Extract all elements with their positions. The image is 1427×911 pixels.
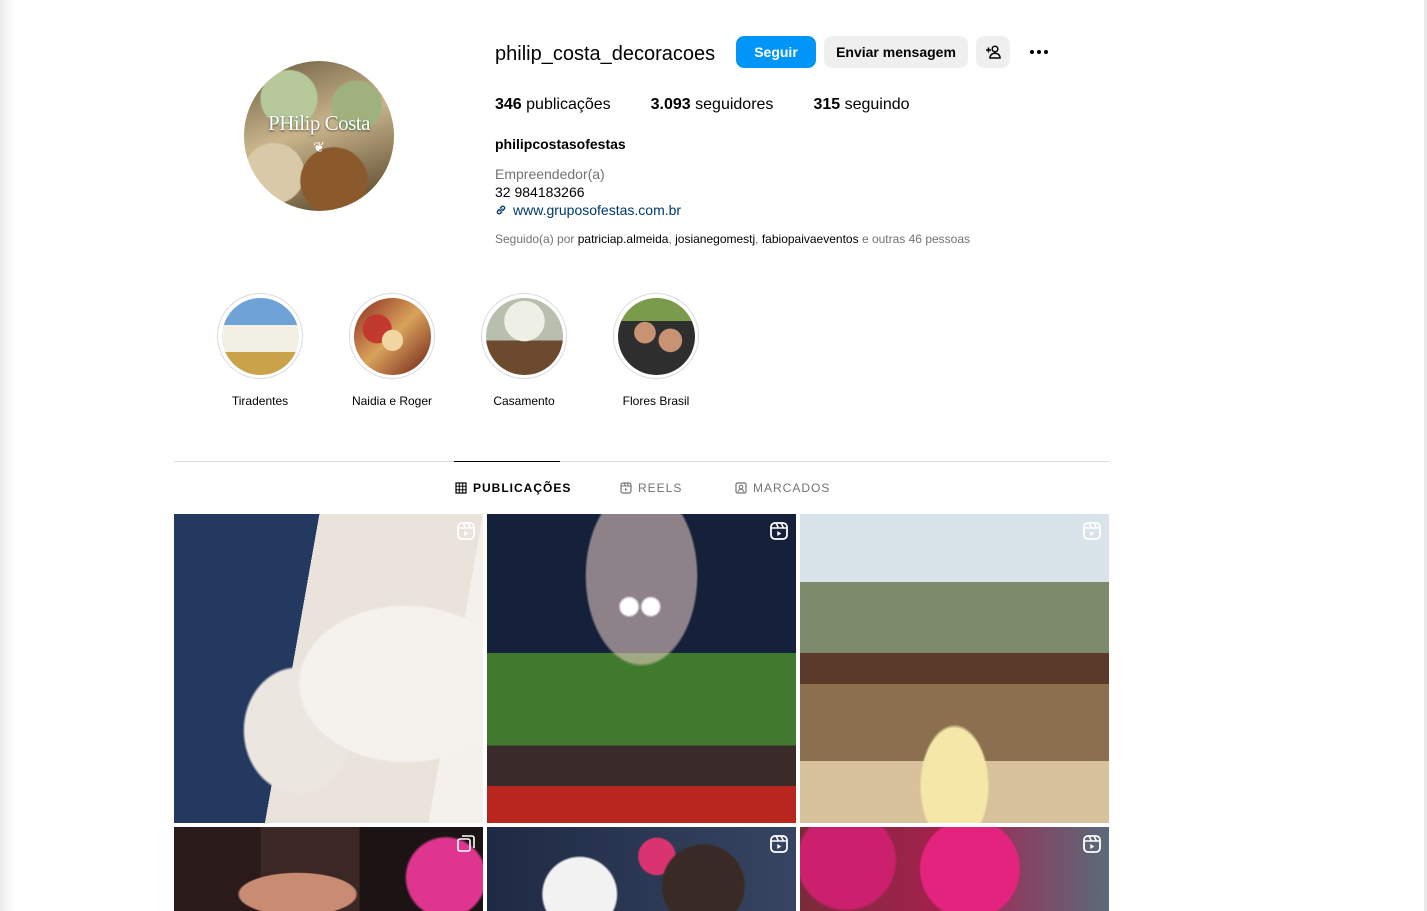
posts-count: 346 (495, 96, 522, 113)
profile-stats: 346 publicações 3.093 seguidores 315 seg… (495, 96, 910, 114)
post-terrace-view[interactable] (800, 514, 1109, 823)
tagged-icon (735, 482, 747, 494)
highlight-cover (221, 297, 299, 375)
highlight-cover (485, 297, 563, 375)
post-pink-flowers[interactable] (800, 827, 1109, 911)
page-edge (0, 0, 14, 911)
post-debutante-portrait[interactable] (174, 827, 483, 911)
profile-phone: 32 984183266 (495, 184, 585, 200)
profile-username: philip_costa_decoracoes (495, 43, 716, 65)
highlight-ring (481, 293, 567, 379)
profile-avatar[interactable]: PHilip Costa ❦ (244, 61, 394, 211)
highlight-label: Casamento (493, 394, 555, 408)
send-message-button[interactable]: Enviar mensagem (824, 36, 968, 68)
tab-posts[interactable]: PUBLICAÇÕES (455, 481, 571, 495)
reel-badge-icon (457, 522, 475, 540)
follow-button[interactable]: Seguir (736, 36, 816, 68)
website-text: www.gruposofestas.com.br (513, 202, 682, 218)
posts-stat: 346 publicações (495, 96, 611, 114)
followed-by-user[interactable]: fabiopaivaeventos (762, 232, 859, 246)
more-icon-dot (1037, 50, 1041, 54)
reel-badge-icon (1083, 835, 1101, 853)
following-stat[interactable]: 315 seguindo (813, 96, 909, 114)
followed-by-prefix: Seguido(a) por (495, 232, 575, 246)
followers-label: seguidores (695, 96, 774, 113)
tab-tagged[interactable]: MARCADOS (735, 481, 830, 495)
tab-tagged-label: MARCADOS (753, 481, 831, 495)
highlight-flores-brasil[interactable]: Flores Brasil (601, 293, 711, 408)
followers-stat[interactable]: 3.093 seguidores (651, 96, 774, 114)
followed-by-suffix: e outras 46 pessoas (861, 232, 971, 246)
reels-icon (620, 482, 632, 494)
reel-badge-icon (1083, 522, 1101, 540)
highlight-cover (353, 297, 431, 375)
add-user-icon (986, 45, 1001, 59)
following-label: seguindo (844, 96, 910, 113)
highlight-ring (349, 293, 435, 379)
followed-by-user[interactable]: patriciap.almeida (578, 232, 669, 246)
posts-label: publicações (526, 96, 611, 113)
grid-icon (455, 482, 467, 494)
reel-badge-icon (770, 835, 788, 853)
highlight-label: Tiradentes (231, 394, 289, 408)
highlight-tiradentes[interactable]: Tiradentes (205, 293, 315, 408)
highlight-casamento[interactable]: Casamento (469, 293, 579, 408)
carousel-badge-icon (457, 835, 475, 852)
highlight-label: Naidia e Roger (351, 394, 433, 408)
followed-by-user[interactable]: josianegomestj (675, 232, 755, 246)
highlight-label: Flores Brasil (622, 394, 690, 408)
reel-badge-icon (770, 522, 788, 540)
more-icon-dot (1030, 50, 1034, 54)
post-fireworks-santa[interactable] (487, 514, 796, 823)
following-count: 315 (813, 96, 841, 113)
highlight-naidia-roger[interactable]: Naidia e Roger (337, 293, 447, 408)
tab-reels-label: REELS (638, 481, 683, 495)
profile-category: Empreendedor(a) (495, 166, 605, 182)
followers-count: 3.093 (650, 96, 691, 113)
avatar-logo-text: PHilip Costa (268, 111, 370, 135)
profile-full-name: philipcostasofestas (495, 136, 626, 152)
highlight-ring (613, 293, 699, 379)
post-fifteen-party[interactable] (487, 827, 796, 911)
profile-website-link[interactable]: www.gruposofestas.com.br (495, 202, 681, 218)
link-icon (496, 205, 506, 215)
highlight-cover (617, 297, 695, 375)
suggested-users-button[interactable] (976, 36, 1010, 68)
more-options-button[interactable] (1024, 40, 1054, 64)
post-wedding-kiss[interactable] (174, 514, 483, 823)
followed-by-text[interactable]: Seguido(a) por patriciap.almeida, josian… (495, 232, 970, 246)
active-tab-indicator (454, 461, 560, 462)
more-icon-dot (1044, 50, 1048, 54)
tab-posts-label: PUBLICAÇÕES (473, 481, 572, 495)
tabs-divider (174, 461, 1109, 462)
tab-reels[interactable]: REELS (620, 481, 682, 495)
avatar-flourish-icon: ❦ (313, 139, 325, 155)
highlight-ring (217, 293, 303, 379)
